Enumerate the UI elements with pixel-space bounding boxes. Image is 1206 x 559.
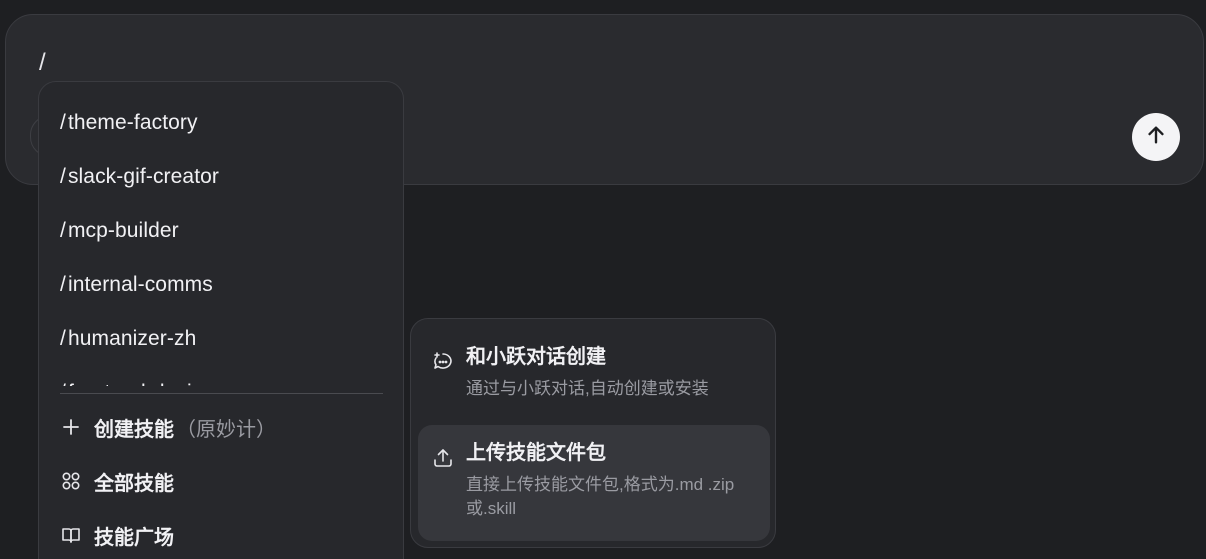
create-skill-button[interactable]: 创建技能 （原妙计） (60, 412, 276, 442)
arrow-up-icon (1145, 124, 1167, 151)
all-skills-label: 全部技能 (94, 472, 174, 495)
command-name: internal-comms (67, 273, 213, 296)
upload-package-option[interactable]: 上传技能文件包 直接上传技能文件包,格式为.md .zip或.skill (418, 425, 770, 541)
menu-divider (60, 393, 383, 394)
book-icon (60, 524, 82, 546)
chat-create-option[interactable]: 和小跃对话创建 通过与小跃对话,自动创建或安装 (418, 329, 770, 413)
chat-sparkle-icon (432, 351, 454, 373)
all-skills-button[interactable]: 全部技能 (60, 466, 174, 496)
command-item-mcp-builder[interactable]: / mcp-builder (39, 204, 403, 258)
grid-icon (60, 470, 82, 492)
command-slash: / (60, 273, 66, 296)
command-name: slack-gif-creator (67, 165, 220, 188)
skill-plaza-label: 技能广场 (94, 526, 174, 549)
command-slash: / (60, 327, 66, 350)
slash-command-menu: / theme-factory / slack-gif-creator / mc… (38, 81, 404, 559)
command-name: theme-factory (67, 111, 198, 134)
command-list[interactable]: / theme-factory / slack-gif-creator / mc… (39, 96, 403, 386)
command-name: humanizer-zh (67, 327, 197, 350)
create-skill-submenu: 和小跃对话创建 通过与小跃对话,自动创建或安装 上传技能文件包 直接上传技能文件… (410, 318, 776, 548)
command-item-humanizer-zh[interactable]: / humanizer-zh (39, 312, 403, 366)
command-item-slack-gif-creator[interactable]: / slack-gif-creator (39, 150, 403, 204)
command-slash: / (60, 165, 66, 188)
skill-plaza-button[interactable]: 技能广场 (60, 520, 174, 550)
upload-package-desc: 直接上传技能文件包,格式为.md .zip或.skill (466, 475, 735, 518)
upload-icon (432, 447, 454, 469)
composer-input[interactable]: / (39, 49, 46, 77)
command-name: mcp-builder (67, 219, 179, 242)
chat-create-title: 和小跃对话创建 (466, 346, 606, 368)
command-item-internal-comms[interactable]: / internal-comms (39, 258, 403, 312)
plus-icon (60, 416, 82, 438)
command-slash: / (60, 111, 66, 134)
command-slash: / (60, 381, 66, 386)
command-item-theme-factory[interactable]: / theme-factory (39, 96, 403, 150)
command-name: frontend-design (68, 381, 215, 386)
chat-create-desc: 通过与小跃对话,自动创建或安装 (466, 379, 709, 398)
create-skill-label: 创建技能 (94, 418, 174, 441)
app-root: / / theme-factory / slack-gif-creator / (0, 0, 1206, 559)
create-skill-note: （原妙计） (176, 418, 276, 441)
upload-package-title: 上传技能文件包 (466, 442, 606, 464)
command-item-frontend-design[interactable]: / frontend-design (39, 366, 403, 386)
send-button[interactable] (1132, 113, 1180, 161)
command-slash: / (60, 219, 66, 242)
